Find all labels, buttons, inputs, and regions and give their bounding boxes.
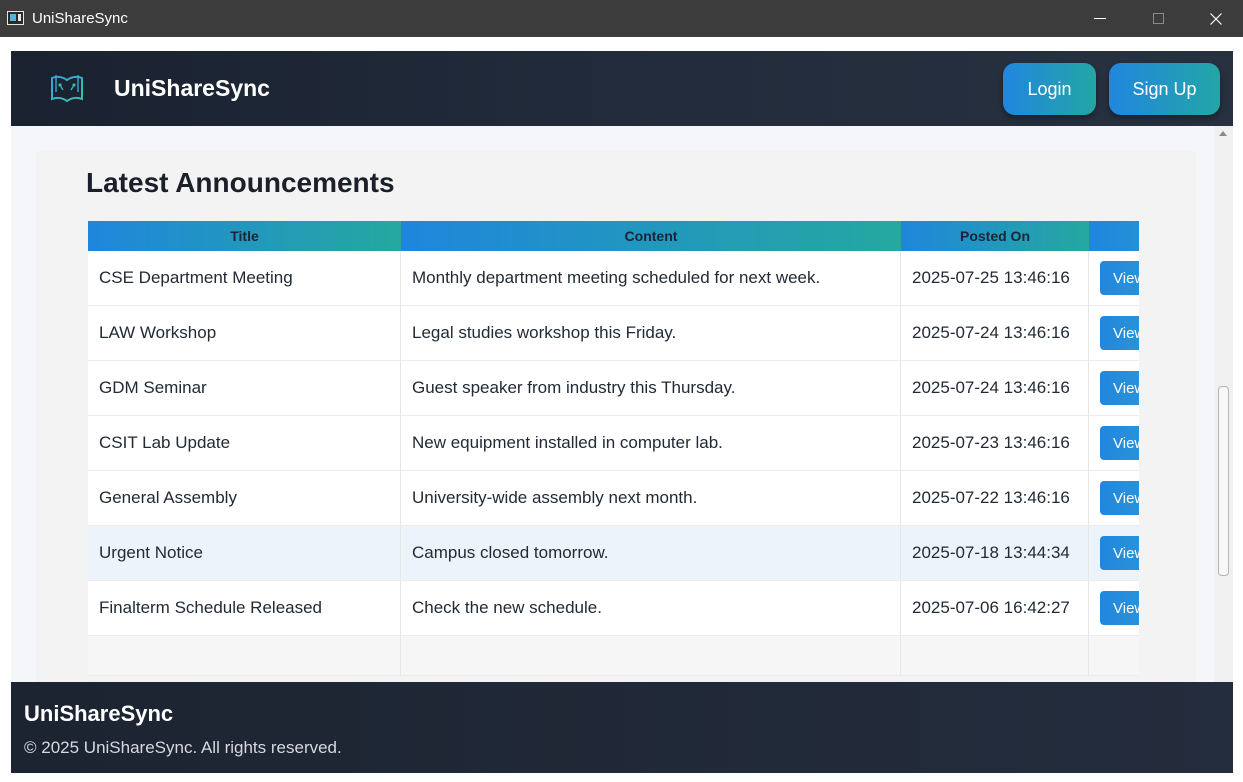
row-action: View	[1089, 361, 1139, 415]
row-action: View	[1089, 471, 1139, 525]
row-posted-on: 2025-07-25 13:46:16	[901, 251, 1089, 305]
signup-button[interactable]: Sign Up	[1109, 63, 1220, 115]
footer-brand: UniShareSync	[24, 701, 174, 726]
table-row-hovered[interactable]: Urgent Notice Campus closed tomorrow. 20…	[88, 526, 1139, 581]
minimize-button[interactable]	[1071, 0, 1129, 37]
view-button[interactable]: View	[1100, 591, 1139, 625]
login-button[interactable]: Login	[1003, 63, 1096, 115]
maximize-button[interactable]	[1129, 0, 1187, 37]
empty-cell	[901, 636, 1089, 675]
announcements-table: Title Content Posted On CSE Department M…	[88, 221, 1139, 676]
row-content: Monthly department meeting scheduled for…	[401, 251, 901, 305]
row-posted-on: 2025-07-22 13:46:16	[901, 471, 1089, 525]
row-content: University-wide assembly next month.	[401, 471, 901, 525]
view-button[interactable]: View	[1100, 426, 1139, 460]
view-button[interactable]: View	[1100, 316, 1139, 350]
column-header-title[interactable]: Title	[88, 221, 401, 251]
table-row-empty	[88, 636, 1139, 676]
scroll-thumb[interactable]	[1218, 386, 1229, 576]
row-content: Legal studies workshop this Friday.	[401, 306, 901, 360]
empty-cell	[88, 636, 401, 675]
table-row[interactable]: Finalterm Schedule Released Check the ne…	[88, 581, 1139, 636]
scroll-content: Latest Announcements Title Content Poste…	[11, 126, 1214, 682]
app-window-icon	[7, 11, 24, 25]
row-action: View	[1089, 526, 1139, 580]
empty-cell	[401, 636, 901, 675]
table-header: Title Content Posted On	[88, 221, 1139, 251]
table-row[interactable]: CSIT Lab Update New equipment installed …	[88, 416, 1139, 471]
row-posted-on: 2025-07-24 13:46:16	[901, 361, 1089, 415]
row-title: Urgent Notice	[88, 526, 401, 580]
row-content: Guest speaker from industry this Thursda…	[401, 361, 901, 415]
close-button[interactable]	[1187, 0, 1243, 37]
empty-cell	[1089, 636, 1139, 675]
row-content: Campus closed tomorrow.	[401, 526, 901, 580]
client-area: UniShareSync Login Sign Up Latest Announ…	[0, 37, 1243, 782]
row-title: CSE Department Meeting	[88, 251, 401, 305]
row-title: General Assembly	[88, 471, 401, 525]
table-row[interactable]: LAW Workshop Legal studies workshop this…	[88, 306, 1139, 361]
footer-copyright: © 2025 UniShareSync. All rights reserved…	[24, 738, 342, 757]
row-action: View	[1089, 306, 1139, 360]
minimize-icon	[1094, 18, 1106, 19]
row-posted-on: 2025-07-24 13:46:16	[901, 306, 1089, 360]
row-title: Finalterm Schedule Released	[88, 581, 401, 635]
column-header-content[interactable]: Content	[401, 221, 901, 251]
vertical-scrollbar[interactable]	[1214, 126, 1233, 682]
row-content: Check the new schedule.	[401, 581, 901, 635]
row-content: New equipment installed in computer lab.	[401, 416, 901, 470]
view-button[interactable]: View	[1100, 371, 1139, 405]
close-icon	[1210, 12, 1222, 25]
row-action: View	[1089, 416, 1139, 470]
row-posted-on: 2025-07-06 16:42:27	[901, 581, 1089, 635]
view-button[interactable]: View	[1100, 536, 1139, 570]
app-footer: UniShareSync © 2025 UniShareSync. All ri…	[11, 682, 1233, 773]
column-header-action[interactable]	[1089, 221, 1139, 251]
announcements-panel: Latest Announcements Title Content Poste…	[36, 151, 1196, 682]
open-book-icon[interactable]	[49, 72, 85, 104]
row-action: View	[1089, 251, 1139, 305]
app-header: UniShareSync Login Sign Up	[11, 51, 1233, 126]
row-action: View	[1089, 581, 1139, 635]
row-posted-on: 2025-07-18 13:44:34	[901, 526, 1089, 580]
column-header-posted-on[interactable]: Posted On	[901, 221, 1089, 251]
row-title: CSIT Lab Update	[88, 416, 401, 470]
page-title: Latest Announcements	[86, 167, 395, 198]
row-posted-on: 2025-07-23 13:46:16	[901, 416, 1089, 470]
row-title: LAW Workshop	[88, 306, 401, 360]
window-title: UniShareSync	[32, 10, 128, 27]
scroll-up-arrow-icon[interactable]	[1219, 131, 1227, 136]
table-row[interactable]: CSE Department Meeting Monthly departmen…	[88, 251, 1139, 306]
table-row[interactable]: GDM Seminar Guest speaker from industry …	[88, 361, 1139, 416]
view-button[interactable]: View	[1100, 481, 1139, 515]
window-titlebar: UniShareSync	[0, 0, 1243, 37]
table-row[interactable]: General Assembly University-wide assembl…	[88, 471, 1139, 526]
row-title: GDM Seminar	[88, 361, 401, 415]
brand-name: UniShareSync	[114, 75, 270, 101]
maximize-icon	[1152, 13, 1164, 24]
view-button[interactable]: View	[1100, 261, 1139, 295]
